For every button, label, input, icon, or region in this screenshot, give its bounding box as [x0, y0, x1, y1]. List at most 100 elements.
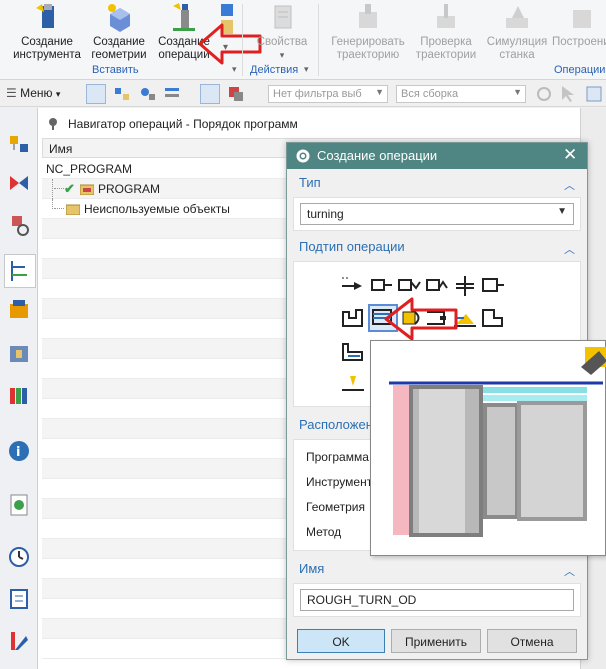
geometry-view-icon[interactable] — [138, 84, 158, 104]
filter-toggle-icon[interactable] — [200, 84, 220, 104]
create-operation-icon — [169, 2, 199, 32]
operation-name-input[interactable]: ROUGH_TURN_OD — [300, 589, 574, 611]
operation-navigator-tab[interactable] — [4, 254, 36, 288]
gear-icon — [295, 148, 311, 167]
create-geometry-button[interactable]: Создание геометрии — [88, 0, 150, 64]
create-tool-icon — [32, 2, 62, 32]
group-actions-label: Действия — [250, 64, 299, 76]
location-section-title: Расположен — [299, 417, 373, 432]
secondary-toolbar: ☰ Меню ▾ Нет фильтра выб ▼ Вся сборка ▼ — [0, 81, 606, 107]
postprocess-icon — [567, 2, 597, 32]
folder-icon — [65, 203, 81, 218]
navigator-title-bar: Навигатор операций - Порядок программ — [38, 108, 580, 138]
checkmark-icon: ✔ — [64, 181, 75, 196]
generate-path-label: Генерировать траекторию — [331, 36, 405, 61]
subtype-section-title: Подтип операции — [299, 239, 405, 254]
program-order-view-icon[interactable] — [86, 84, 106, 104]
info-icon[interactable]: i — [8, 440, 30, 462]
subtype-centerline-breakchip-icon[interactable] — [424, 274, 450, 298]
view-options-icon[interactable] — [584, 84, 604, 104]
constraint-navigator-icon[interactable] — [8, 214, 30, 236]
ribbon-separator — [242, 4, 243, 76]
postprocess-label: Построение — [552, 36, 606, 48]
group-operations-label: Операции — [554, 64, 606, 76]
type-section-body: turning ▼ — [293, 197, 581, 231]
type-section-title: Тип — [299, 175, 321, 190]
create-tool-button[interactable]: Создание инструмента — [10, 0, 84, 64]
assembly-scope-select[interactable]: Вся сборка ▼ — [396, 85, 526, 103]
verify-path-button[interactable]: Проверка траектории — [412, 0, 480, 64]
machine-simulation-icon — [502, 2, 532, 32]
name-section-body: ROUGH_TURN_OD — [293, 583, 581, 617]
dialog-title: Создание операции — [317, 148, 438, 163]
verify-path-label: Проверка траектории — [415, 36, 477, 61]
create-geometry-icon — [104, 2, 134, 32]
type-filter-value: Нет фильтра выб — [273, 88, 362, 100]
ribbon-separator — [318, 4, 319, 76]
group-insert-label: Вставить — [92, 64, 139, 76]
chevron-up-icon: ︿ — [564, 244, 575, 256]
method-view-icon[interactable] — [162, 84, 182, 104]
menu-label: Меню — [20, 86, 53, 100]
generate-path-button[interactable]: Генерировать траекторию — [326, 0, 410, 64]
subtype-facing-icon[interactable] — [340, 306, 366, 330]
rough-turn-preview-image — [389, 347, 606, 537]
ribbon: Создание инструмента Создание геометрии … — [0, 0, 606, 80]
subtype-centerline-tapping-icon[interactable] — [480, 274, 506, 298]
subtype-teach-mode-icon[interactable] — [340, 340, 366, 364]
subtype-centerline-spotdrill-icon[interactable] — [340, 274, 366, 298]
type-section-header[interactable]: Тип ︿ — [293, 175, 581, 197]
pointer-icon[interactable] — [558, 84, 578, 104]
create-geometry-label: Создание геометрии — [91, 36, 147, 61]
subtype-preview-tooltip — [370, 340, 606, 556]
assembly-scope-value: Вся сборка — [401, 88, 459, 100]
type-select[interactable]: turning ▼ — [300, 203, 574, 225]
snap-icon[interactable] — [534, 84, 554, 104]
annotation-arrow-subtype — [384, 297, 458, 341]
name-section-title: Имя — [299, 561, 325, 576]
subtype-finish-bore-id-icon[interactable] — [480, 306, 506, 330]
subtype-section-header[interactable]: Подтип операции ︿ — [293, 239, 581, 261]
postprocess-button[interactable]: Построение — [552, 0, 606, 64]
selection-icon[interactable] — [226, 84, 246, 104]
name-section-header[interactable]: Имя ︿ — [293, 561, 581, 583]
chevron-down-icon: ▼ — [513, 87, 522, 97]
close-icon[interactable]: ✕ — [563, 145, 577, 165]
machine-tool-navigator-icon[interactable] — [8, 342, 30, 364]
tree-row-label: PROGRAM — [98, 182, 161, 196]
cancel-button[interactable]: Отмена — [487, 629, 577, 653]
machine-tool-view-icon[interactable] — [112, 84, 132, 104]
menu-icon: ☰ — [6, 86, 17, 100]
properties-label: Свойства — [256, 36, 308, 48]
subtype-centerline-peck-icon[interactable] — [396, 274, 422, 298]
properties-button[interactable]: Свойства ▾ — [252, 0, 312, 64]
process-studio-icon[interactable] — [8, 588, 30, 610]
ok-button[interactable]: OK — [297, 629, 385, 653]
dialog-title-bar[interactable]: Создание операции ✕ — [287, 143, 587, 169]
geometry-field-label: Геометрия — [306, 500, 365, 514]
program-folder-icon — [79, 183, 95, 198]
navigator-pin-icon[interactable] — [46, 116, 60, 133]
subtype-centerline-reaming-icon[interactable] — [452, 274, 478, 298]
menu-button[interactable]: ☰ Меню ▾ — [6, 86, 76, 104]
properties-icon — [267, 2, 297, 32]
machine-simulation-button[interactable]: Симуляция станка — [484, 0, 550, 64]
subtype-groove-icon[interactable] — [340, 372, 366, 396]
chevron-up-icon: ︿ — [564, 180, 575, 192]
machine-navigator-icon[interactable] — [8, 298, 30, 320]
subtype-centerline-drilling-icon[interactable] — [368, 274, 394, 298]
web-browser-icon[interactable] — [8, 494, 30, 516]
group-actions-expand-icon[interactable]: ▾ — [304, 64, 309, 75]
chevron-down-icon: ▼ — [375, 87, 384, 97]
type-filter-select[interactable]: Нет фильтра выб ▼ — [268, 85, 388, 103]
part-navigator-icon[interactable] — [8, 134, 30, 156]
chevron-up-icon: ︿ — [564, 566, 575, 578]
reuse-library-icon[interactable] — [8, 384, 30, 406]
history-icon[interactable] — [8, 546, 30, 568]
group-insert-expand-icon[interactable]: ▾ — [232, 64, 237, 75]
palette-icon[interactable] — [8, 630, 30, 652]
assembly-navigator-icon[interactable] — [8, 172, 30, 194]
verify-path-icon — [431, 2, 461, 32]
svg-text:i: i — [16, 445, 20, 460]
apply-button[interactable]: Применить — [391, 629, 481, 653]
